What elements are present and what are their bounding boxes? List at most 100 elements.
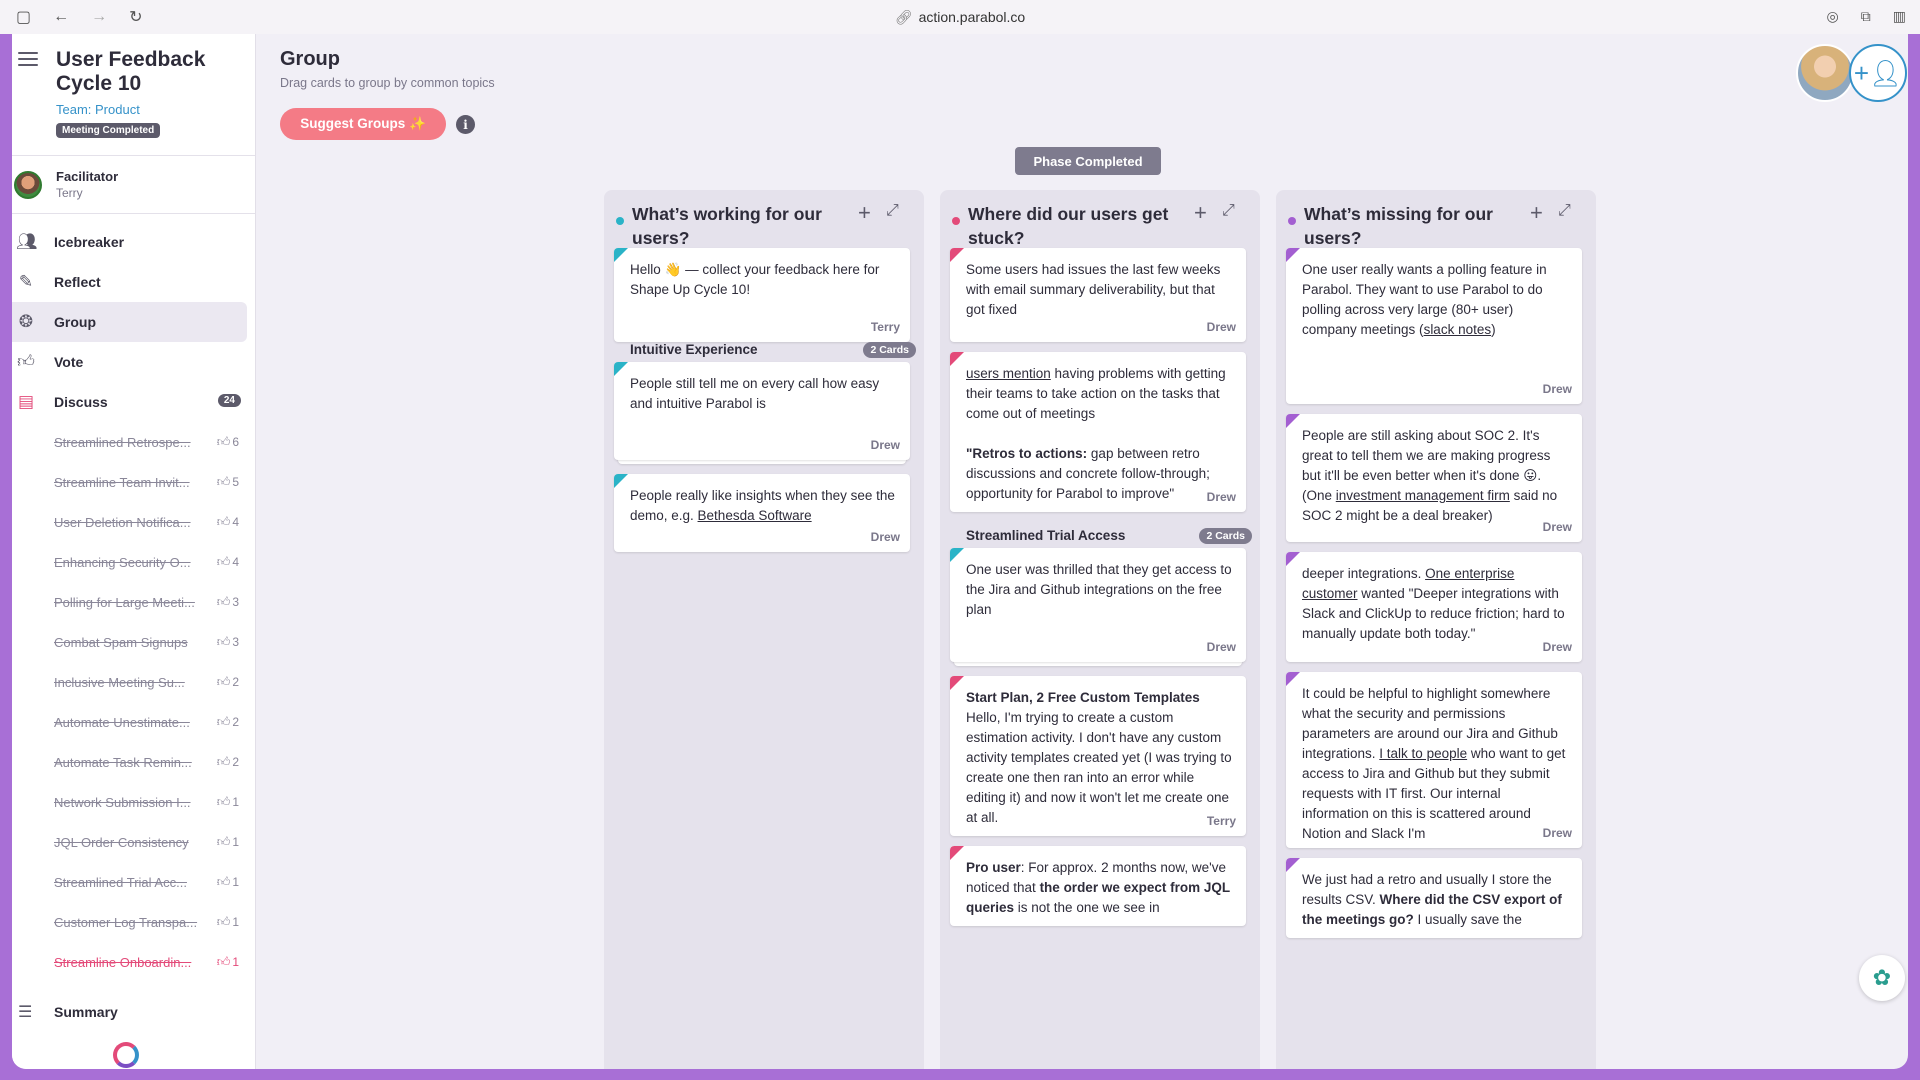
topic-label: Automate Task Remin... (54, 754, 192, 770)
extension-icon[interactable]: ◎ (1827, 8, 1839, 25)
topic-item[interactable]: Inclusive Meeting Su... 👍︎ 2 (12, 662, 255, 702)
page-subtitle: Drag cards to group by common topics (280, 76, 495, 90)
topic-label: Streamlined Trial Acc... (54, 874, 187, 890)
group-count-badge: 2 Cards (1199, 528, 1252, 544)
info-icon[interactable]: i (456, 115, 475, 134)
assistant-icon[interactable]: ✿ (1859, 955, 1905, 1001)
menu-icon[interactable] (18, 52, 38, 66)
topic-votes: 👍︎ 4 (217, 554, 239, 570)
topic-item[interactable]: Streamline Team Invit... 👍︎ 5 (12, 462, 255, 502)
forward-icon[interactable]: → (91, 8, 107, 26)
topic-item[interactable]: Customer Log Transpa... 👍︎ 1 (12, 902, 255, 942)
topic-item-current[interactable]: Streamline Onboardin... 👍︎ 1 (12, 942, 255, 982)
vote-count: 4 (232, 555, 239, 569)
team-link[interactable]: Team: Product (56, 102, 239, 117)
topic-votes: 👍︎ 2 (217, 714, 239, 730)
reflection-card[interactable]: Pro user: For approx. 2 months now, we'v… (950, 846, 1246, 926)
nav-item-icebreaker[interactable]: 👥︎ Icebreaker (12, 222, 247, 262)
reflection-card[interactable]: Hello 👋 — collect your feedback here for… (614, 248, 910, 342)
group-header[interactable]: Intuitive Experience 2 Cards (630, 340, 916, 360)
vote-count: 3 (232, 595, 239, 609)
tabs-icon[interactable]: ▥ (1893, 8, 1906, 25)
reload-icon[interactable]: ↻ (129, 7, 142, 27)
topic-label: Network Submission I... (54, 794, 191, 810)
back-icon[interactable]: ← (53, 8, 69, 26)
topic-label: Streamline Team Invit... (54, 474, 190, 490)
add-card-icon[interactable]: + (1194, 200, 1207, 226)
add-user-icon[interactable]: +👤︎ (1849, 44, 1907, 102)
card-author: Drew (1206, 320, 1236, 334)
user-avatar[interactable] (1796, 44, 1854, 102)
topic-item[interactable]: Streamlined Retrospe... 👍︎ 6 (12, 422, 255, 462)
reflection-card[interactable]: One user really wants a polling feature … (1286, 248, 1582, 404)
add-card-icon[interactable]: + (1530, 200, 1543, 226)
card-text: We just had a retro and usually I store … (1302, 870, 1568, 930)
thumbs-up-icon: 👍︎ (216, 954, 231, 969)
expand-icon[interactable]: ⤢ (1222, 202, 1235, 220)
nav-label: Summary (54, 1004, 118, 1020)
group-title: Streamlined Trial Access (966, 528, 1126, 543)
reflection-card[interactable]: deeper integrations. One enterprise cust… (1286, 552, 1582, 662)
card-text-part: is not the one we see in (1014, 900, 1160, 915)
chat-icon: ▤ (17, 392, 35, 411)
card-bold: "Retros to actions: (966, 446, 1088, 461)
vote-count: 2 (232, 675, 239, 689)
card-link[interactable]: users mention (966, 366, 1051, 381)
vote-count: 6 (232, 435, 239, 449)
card-text: Start Plan, 2 Free Custom Templates Hello… (966, 688, 1232, 828)
thumbs-up-icon: 👍︎ (216, 594, 231, 609)
nav-label: Reflect (54, 274, 101, 290)
vote-count: 1 (232, 875, 239, 889)
reflection-card[interactable]: We just had a retro and usually I store … (1286, 858, 1582, 938)
reflection-card[interactable]: People are still asking about SOC 2. It'… (1286, 414, 1582, 542)
topic-label: Streamlined Retrospe... (54, 434, 191, 450)
card-text: Pro user: For approx. 2 months now, we'v… (966, 858, 1232, 918)
nav-item-summary[interactable]: ☰ Summary (12, 992, 248, 1032)
sidebar-toggle-icon[interactable]: ▢ (16, 7, 31, 27)
topic-item[interactable]: Combat Spam Signups 👍︎ 3 (12, 622, 255, 662)
thumbs-up-icon: 👍︎ (216, 674, 231, 689)
reflection-card[interactable]: People still tell me on every call how e… (614, 362, 910, 460)
address-bar[interactable]: 🔗︎ action.parabol.co (895, 9, 1025, 26)
topic-votes: 👍︎ 5 (217, 474, 239, 490)
card-text: One user really wants a polling feature … (1302, 260, 1568, 340)
thumbs-up-icon: 👍︎ (216, 554, 231, 569)
topic-item[interactable]: Network Submission I... 👍︎ 1 (12, 782, 255, 822)
topic-votes: 👍︎ 2 (217, 754, 239, 770)
topic-item[interactable]: Automate Task Remin... 👍︎ 2 (12, 742, 255, 782)
nav-item-vote[interactable]: 👍︎ Vote (12, 342, 247, 382)
reflection-card[interactable]: users mention having problems with getti… (950, 352, 1246, 512)
main-area: Group Drag cards to group by common topi… (256, 34, 1908, 1069)
suggest-groups-button[interactable]: Suggest Groups ✨ (280, 108, 446, 140)
facilitator[interactable]: Facilitator Terry (12, 156, 255, 214)
topic-item[interactable]: Polling for Large Meeti... 👍︎ 3 (12, 582, 255, 622)
nav-item-reflect[interactable]: ✎ Reflect (12, 262, 247, 302)
add-card-icon[interactable]: + (858, 200, 871, 226)
card-link[interactable]: I talk to people (1379, 746, 1467, 761)
card-author: Drew (1542, 826, 1572, 840)
thumbs-up-icon: 👍︎ (216, 914, 231, 929)
topic-item[interactable]: JQL Order Consistency 👍︎ 1 (12, 822, 255, 862)
reflection-card[interactable]: It could be helpful to highlight somewhe… (1286, 672, 1582, 848)
card-author: Drew (870, 530, 900, 544)
topic-item[interactable]: Enhancing Security O... 👍︎ 4 (12, 542, 255, 582)
vote-count: 1 (232, 835, 239, 849)
topic-item[interactable]: Streamlined Trial Acc... 👍︎ 1 (12, 862, 255, 902)
topic-item[interactable]: User Deletion Notifica... 👍︎ 4 (12, 502, 255, 542)
card-link[interactable]: slack notes (1424, 322, 1492, 337)
reflection-card[interactable]: One user was thrilled that they get acce… (950, 548, 1246, 662)
topic-votes: 👍︎ 1 (217, 834, 239, 850)
card-link[interactable]: Bethesda Software (698, 508, 812, 523)
reflection-card[interactable]: People really like insights when they se… (614, 474, 910, 552)
nav-item-group[interactable]: ❂ Group (12, 302, 247, 342)
nav-item-discuss[interactable]: ▤ Discuss 24 (12, 382, 247, 422)
group-header[interactable]: Streamlined Trial Access 2 Cards (966, 526, 1252, 546)
reflection-card[interactable]: Some users had issues the last few weeks… (950, 248, 1246, 342)
card-link[interactable]: investment management firm (1336, 488, 1510, 503)
reflection-card[interactable]: Start Plan, 2 Free Custom Templates Hello… (950, 676, 1246, 836)
expand-icon[interactable]: ⤢ (1558, 202, 1571, 220)
share-icon[interactable]: ⧉ (1861, 8, 1871, 25)
topic-item[interactable]: Automate Unestimate... 👍︎ 2 (12, 702, 255, 742)
expand-icon[interactable]: ⤢ (886, 202, 899, 220)
app-window: User Feedback Cycle 10 Team: Product Mee… (12, 34, 1908, 1069)
